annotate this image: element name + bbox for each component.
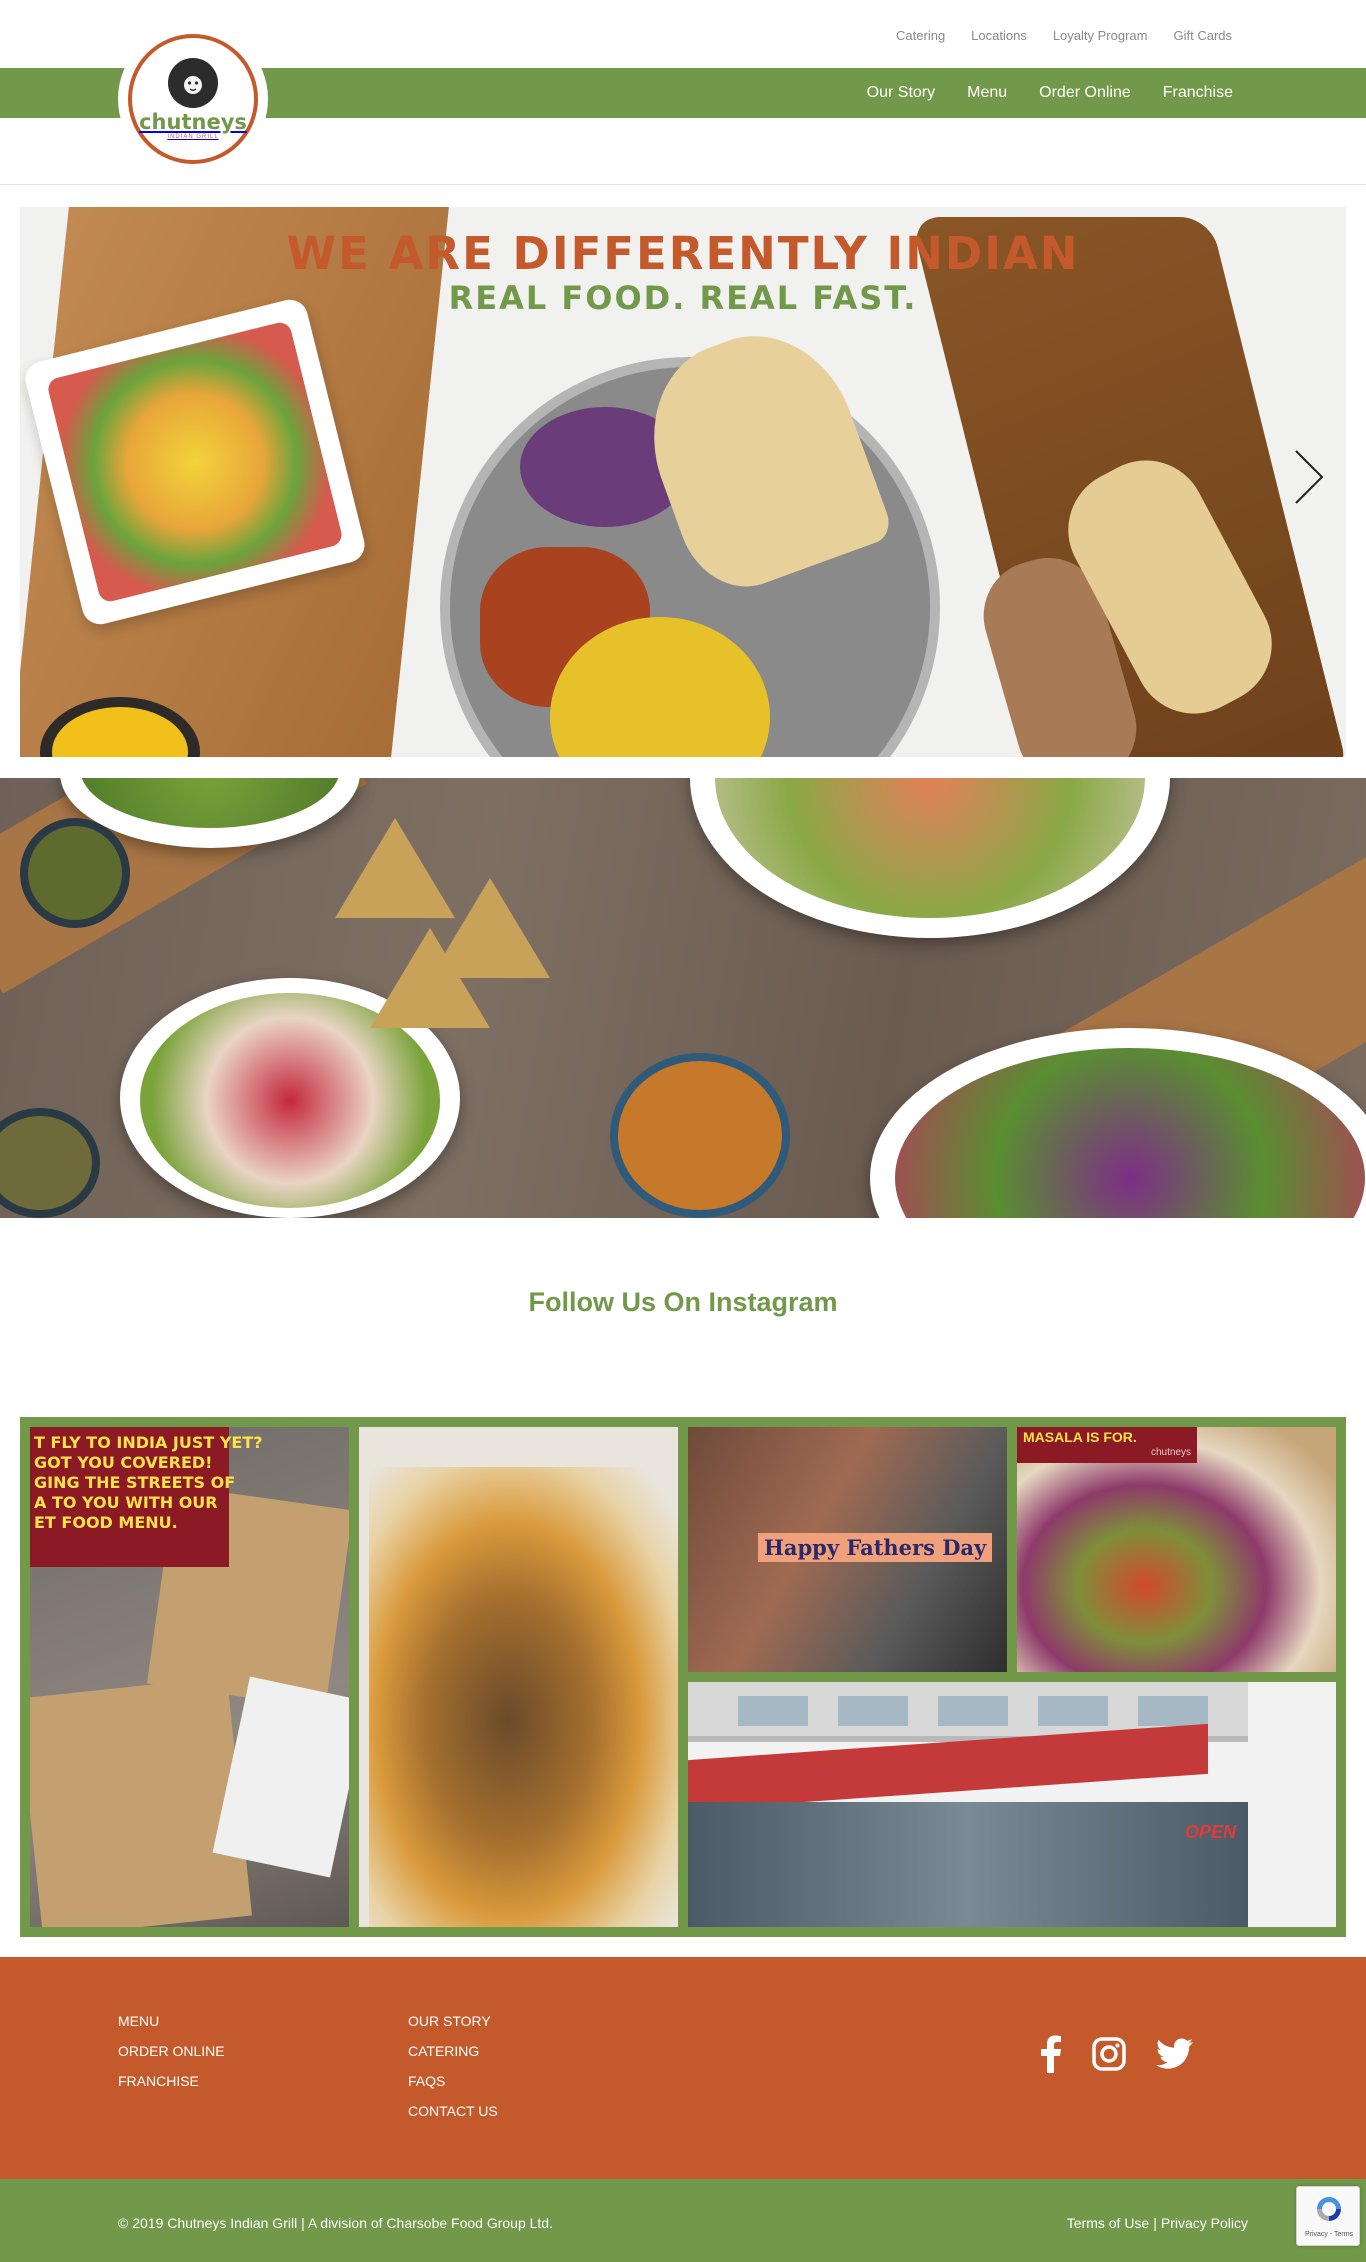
storefront-image [688, 1802, 1248, 1927]
samosa-image [370, 928, 490, 1028]
recaptcha-text: Privacy - Terms [1304, 2231, 1354, 2238]
footer-faqs-link[interactable]: FAQS [408, 2073, 498, 2089]
samosa-closeup-image [369, 1467, 678, 1927]
instagram-post[interactable]: MASALA IS FOR. chutneys [1017, 1427, 1336, 1672]
instagram-post[interactable]: T FLY TO INDIA JUST YET? GOT YOU COVERED… [30, 1427, 349, 1927]
turmeric-bowl-image [610, 1053, 790, 1218]
instagram-post[interactable] [359, 1427, 678, 1927]
logo-name: chutneys [139, 110, 247, 134]
gift-cards-link[interactable]: Gift Cards [1173, 28, 1232, 43]
bottom-bar: © 2019 Chutneys Indian Grill | A divisio… [0, 2179, 1366, 2262]
legal-links: Terms of Use | Privacy Policy [1067, 2215, 1248, 2231]
header-divider [0, 184, 1366, 185]
footer-links-column: MENU ORDER ONLINE FRANCHISE [118, 2013, 225, 2089]
recaptcha-icon [1315, 2195, 1343, 2223]
footer-catering-link[interactable]: CATERING [408, 2043, 498, 2059]
spice-bowl-image [20, 818, 130, 928]
twitter-icon[interactable] [1156, 2038, 1194, 2075]
nav-order-online[interactable]: Order Online [1039, 84, 1131, 102]
lion-icon [168, 58, 218, 108]
site-footer: MENU ORDER ONLINE FRANCHISE OUR STORY CA… [0, 1957, 1366, 2179]
footer-menu-link[interactable]: MENU [118, 2013, 225, 2029]
footer-links-column: OUR STORY CATERING FAQS CONTACT US [408, 2013, 498, 2119]
chevron-right-icon[interactable] [1288, 447, 1328, 507]
site-logo[interactable]: chutneys INDIAN GRILL [118, 24, 268, 174]
social-links [1040, 2035, 1194, 2078]
footer-franchise-link[interactable]: FRANCHISE [118, 2073, 225, 2089]
instagram-post[interactable]: Happy Fathers Day [688, 1427, 1007, 1672]
logo-tagline: INDIAN GRILL [167, 134, 219, 140]
spice-bowl-image [0, 1108, 100, 1218]
copyright-text: © 2019 Chutneys Indian Grill | A divisio… [118, 2215, 553, 2231]
nav-menu[interactable]: Menu [967, 84, 1007, 102]
footer-our-story-link[interactable]: OUR STORY [408, 2013, 498, 2029]
footer-order-online-link[interactable]: ORDER ONLINE [118, 2043, 225, 2059]
hero-banner: WE ARE DIFFERENTLY INDIAN REAL FOOD. REA… [20, 207, 1346, 757]
food-banner [0, 778, 1366, 1218]
loyalty-program-link[interactable]: Loyalty Program [1053, 28, 1148, 43]
fathers-day-caption: Happy Fathers Day [758, 1533, 993, 1562]
nav-franchise[interactable]: Franchise [1163, 84, 1233, 102]
instagram-icon[interactable] [1092, 2037, 1126, 2076]
facebook-icon[interactable] [1040, 2035, 1062, 2078]
hero-subtitle: REAL FOOD. REAL FAST. [448, 279, 918, 317]
utility-nav: Catering Locations Loyalty Program Gift … [896, 28, 1232, 43]
open-sign: OPEN [1184, 1822, 1236, 1842]
instagram-title: Follow Us On Instagram [528, 1287, 838, 1317]
instagram-post[interactable]: OPEN [688, 1682, 1336, 1927]
recaptcha-badge[interactable]: Privacy - Terms [1296, 2186, 1360, 2246]
privacy-policy-link[interactable]: Privacy Policy [1161, 2215, 1248, 2231]
locations-link[interactable]: Locations [971, 28, 1027, 43]
terms-of-use-link[interactable]: Terms of Use [1067, 2215, 1149, 2231]
catering-link[interactable]: Catering [896, 28, 945, 43]
promo-text-box: MASALA IS FOR. chutneys [1017, 1427, 1197, 1463]
hero-title: WE ARE DIFFERENTLY INDIAN [286, 227, 1080, 280]
legal-separator: | [1153, 2215, 1157, 2231]
nav-our-story[interactable]: Our Story [867, 84, 935, 102]
instagram-feed: T FLY TO INDIA JUST YET? GOT YOU COVERED… [20, 1417, 1346, 1937]
footer-contact-us-link[interactable]: CONTACT US [408, 2103, 498, 2119]
promo-text-box: T FLY TO INDIA JUST YET? GOT YOU COVERED… [30, 1427, 263, 1567]
